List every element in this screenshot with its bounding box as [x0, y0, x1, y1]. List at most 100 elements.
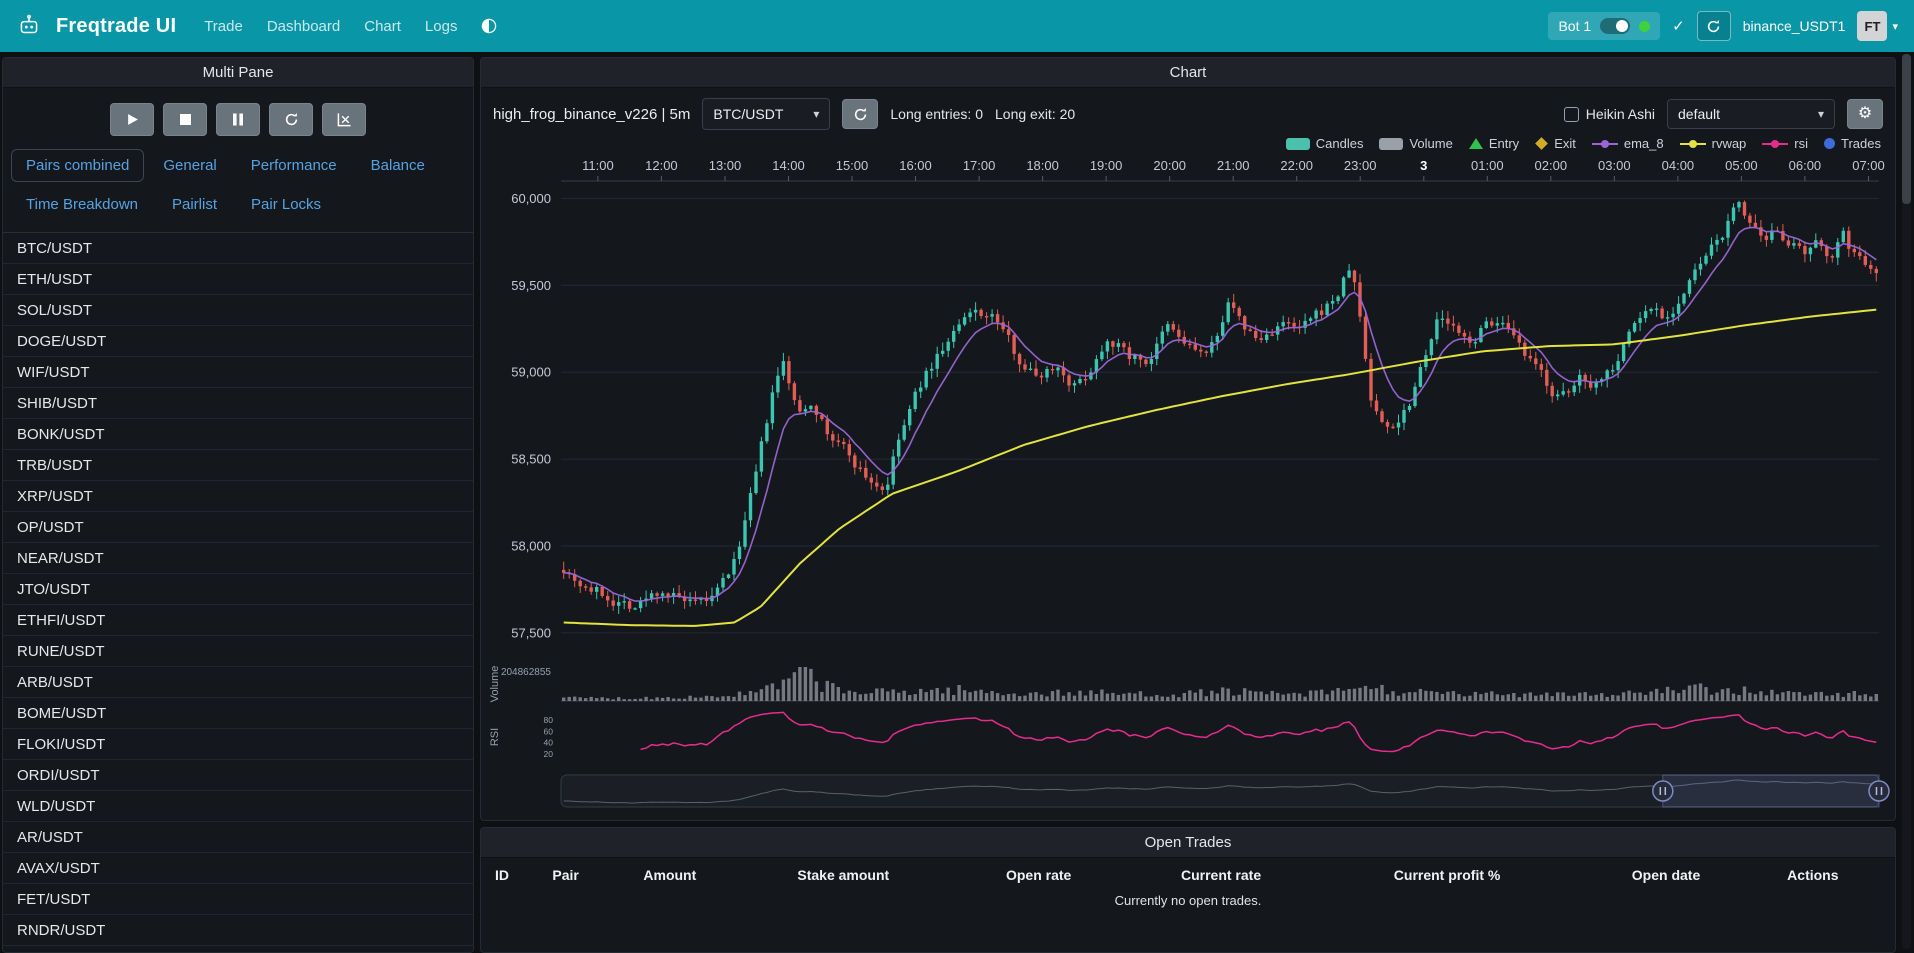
pair-row-fet-usdt[interactable]: FET/USDT	[3, 884, 473, 915]
user-menu[interactable]: FT ▾	[1857, 11, 1898, 41]
pair-row-dot-usdt[interactable]: DOT/USDT	[3, 946, 473, 952]
tab-performance[interactable]: Performance	[236, 149, 352, 182]
pair-row-wif-usdt[interactable]: WIF/USDT	[3, 357, 473, 388]
svg-text:07:00: 07:00	[1852, 158, 1885, 173]
tab-balance[interactable]: Balance	[356, 149, 440, 182]
legend-item-entry[interactable]: Entry	[1469, 136, 1519, 151]
tab-time-breakdown[interactable]: Time Breakdown	[11, 188, 153, 221]
pair-row-doge-usdt[interactable]: DOGE/USDT	[3, 326, 473, 357]
chevron-down-icon: ▾	[1818, 107, 1824, 121]
clear-chart-button[interactable]	[322, 103, 366, 136]
legend-item-trades[interactable]: Trades	[1824, 136, 1881, 151]
pause-icon	[232, 113, 244, 126]
plot-settings-button[interactable]: ⚙	[1847, 99, 1883, 129]
legend-item-exit[interactable]: Exit	[1535, 136, 1576, 151]
nav-link-chart[interactable]: Chart	[364, 18, 401, 35]
svg-text:23:00: 23:00	[1344, 158, 1377, 173]
pair-row-ar-usdt[interactable]: AR/USDT	[3, 822, 473, 853]
toggle-knob	[1616, 20, 1628, 32]
pair-select-value: BTC/USDT	[713, 106, 783, 122]
play-button[interactable]	[110, 103, 154, 136]
pair-row-rndr-usdt[interactable]: RNDR/USDT	[3, 915, 473, 946]
tab-pairs-combined[interactable]: Pairs combined	[11, 149, 144, 182]
legend-item-candles[interactable]: Candles	[1286, 136, 1364, 151]
bot-selector[interactable]: Bot 1	[1548, 12, 1660, 40]
chart-refresh-button[interactable]	[842, 99, 878, 129]
legend-item-rsi[interactable]: rsi	[1762, 136, 1808, 151]
svg-text:40: 40	[544, 738, 554, 748]
column-header-open-rate: Open rate	[1006, 867, 1181, 883]
multi-pane-panel: Multi Pane Pairs combinedGeneralPerforma…	[2, 57, 474, 953]
pane-tabs-row-1: Pairs combinedGeneralPerformanceBalance	[3, 146, 473, 185]
svg-text:20:00: 20:00	[1153, 158, 1186, 173]
refresh-icon	[1706, 19, 1721, 34]
pair-row-xrp-usdt[interactable]: XRP/USDT	[3, 481, 473, 512]
circle-marker	[1824, 138, 1835, 149]
reload-button[interactable]	[269, 103, 313, 136]
long-exit-label: Long exit: 20	[995, 106, 1075, 122]
candlestick-chart[interactable]: 60,00059,50059,00058,50058,00057,50011:0…	[481, 153, 1893, 813]
pair-select[interactable]: BTC/USDT ▾	[702, 98, 830, 130]
heikin-ashi-checkbox[interactable]: Heikin Ashi	[1564, 106, 1655, 122]
multi-pane-header: Multi Pane	[3, 58, 473, 88]
svg-text:04:00: 04:00	[1662, 158, 1695, 173]
pair-row-rune-usdt[interactable]: RUNE/USDT	[3, 636, 473, 667]
pair-row-op-usdt[interactable]: OP/USDT	[3, 512, 473, 543]
legend-label: Volume	[1409, 136, 1452, 151]
tab-pairlist[interactable]: Pairlist	[157, 188, 232, 221]
pair-row-bome-usdt[interactable]: BOME/USDT	[3, 698, 473, 729]
diamond-marker	[1535, 137, 1548, 150]
tab-general[interactable]: General	[148, 149, 231, 182]
pair-row-btc-usdt[interactable]: BTC/USDT	[3, 233, 473, 264]
pair-row-near-usdt[interactable]: NEAR/USDT	[3, 543, 473, 574]
svg-text:05:00: 05:00	[1725, 158, 1758, 173]
nav-link-logs[interactable]: Logs	[425, 18, 458, 35]
bot-toggle[interactable]	[1600, 18, 1630, 34]
pair-row-bonk-usdt[interactable]: BONK/USDT	[3, 419, 473, 450]
pair-row-ethfi-usdt[interactable]: ETHFI/USDT	[3, 605, 473, 636]
svg-text:21:00: 21:00	[1217, 158, 1250, 173]
legend-item-ema-8[interactable]: ema_8	[1592, 136, 1664, 151]
svg-text:RSI: RSI	[489, 728, 501, 746]
nav-links: Trade Dashboard Chart Logs	[204, 18, 457, 35]
pair-row-trb-usdt[interactable]: TRB/USDT	[3, 450, 473, 481]
pair-row-sol-usdt[interactable]: SOL/USDT	[3, 295, 473, 326]
avatar: FT	[1857, 11, 1887, 41]
stop-button[interactable]	[163, 103, 207, 136]
heikin-ashi-label: Heikin Ashi	[1586, 106, 1655, 122]
svg-text:3: 3	[1420, 158, 1427, 173]
plot-config-select[interactable]: default ▾	[1667, 99, 1835, 129]
pair-row-eth-usdt[interactable]: ETH/USDT	[3, 264, 473, 295]
nav-link-trade[interactable]: Trade	[204, 18, 243, 35]
svg-text:01:00: 01:00	[1471, 158, 1504, 173]
theme-toggle-icon[interactable]	[481, 18, 497, 34]
tab-pair-locks[interactable]: Pair Locks	[236, 188, 336, 221]
svg-text:11:00: 11:00	[582, 158, 614, 173]
nav-link-dashboard[interactable]: Dashboard	[267, 18, 340, 35]
legend-item-volume[interactable]: Volume	[1379, 136, 1452, 151]
column-header-current-rate: Current rate	[1181, 867, 1394, 883]
stop-icon	[180, 114, 191, 125]
pair-row-wld-usdt[interactable]: WLD/USDT	[3, 791, 473, 822]
open-trades-columns: IDPairAmountStake amountOpen rateCurrent…	[481, 858, 1895, 890]
page-scrollbar[interactable]	[1902, 54, 1911, 949]
pair-row-ordi-usdt[interactable]: ORDI/USDT	[3, 760, 473, 791]
open-trades-header: Open Trades	[481, 828, 1895, 858]
pair-row-arb-usdt[interactable]: ARB/USDT	[3, 667, 473, 698]
legend-item-rvwap[interactable]: rvwap	[1680, 136, 1747, 151]
legend-label: Candles	[1316, 136, 1364, 151]
pair-row-floki-usdt[interactable]: FLOKI/USDT	[3, 729, 473, 760]
svg-text:60,000: 60,000	[511, 191, 551, 206]
scrollbar-thumb[interactable]	[1902, 54, 1911, 204]
svg-text:03:00: 03:00	[1598, 158, 1631, 173]
empty-trades-message: Currently no open trades.	[481, 890, 1895, 918]
legend-label: Exit	[1554, 136, 1576, 151]
pair-row-jto-usdt[interactable]: JTO/USDT	[3, 574, 473, 605]
refresh-icon	[853, 107, 868, 122]
main-content: Multi Pane Pairs combinedGeneralPerforma…	[0, 52, 1914, 953]
exchange-label: binance_USDT1	[1743, 18, 1846, 34]
refresh-button[interactable]	[1697, 11, 1731, 41]
pair-row-avax-usdt[interactable]: AVAX/USDT	[3, 853, 473, 884]
pair-row-shib-usdt[interactable]: SHIB/USDT	[3, 388, 473, 419]
pause-button[interactable]	[216, 103, 260, 136]
